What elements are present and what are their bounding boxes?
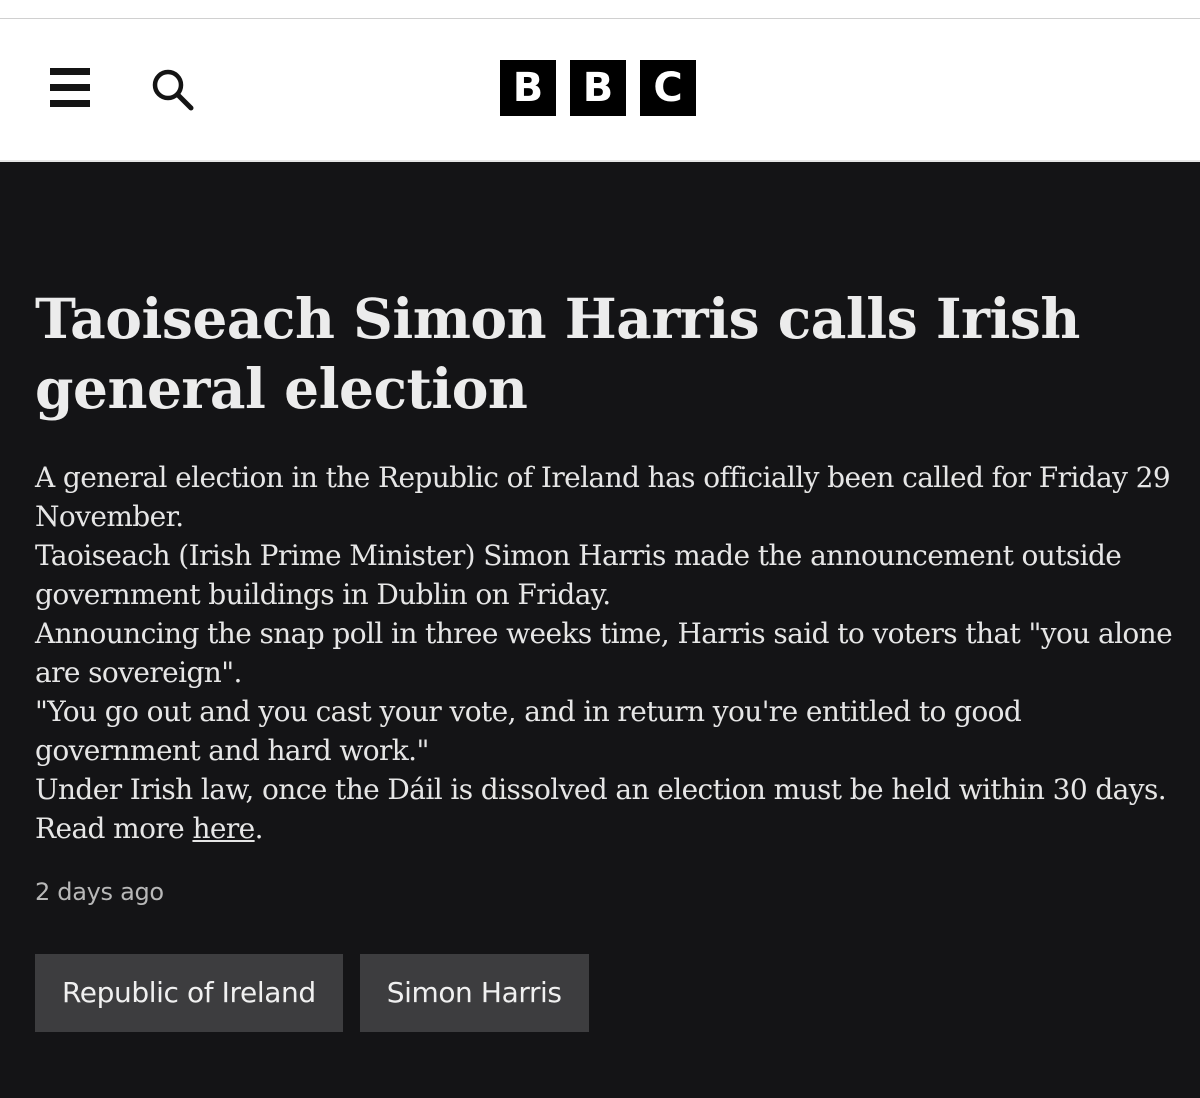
article-paragraph: "You go out and you cast your vote, and … bbox=[35, 695, 1022, 767]
search-button[interactable] bbox=[148, 66, 198, 112]
read-more-prefix: Read more bbox=[35, 812, 193, 845]
bbc-logo[interactable]: B B C bbox=[500, 60, 696, 116]
article-paragraph: A general election in the Republic of Ir… bbox=[35, 461, 1171, 533]
logo-block: B bbox=[500, 60, 556, 116]
article-paragraph: Announcing the snap poll in three weeks … bbox=[35, 617, 1173, 689]
tag-simon-harris[interactable]: Simon Harris bbox=[359, 954, 589, 1032]
top-strip bbox=[0, 0, 1200, 19]
search-icon bbox=[152, 69, 194, 111]
site-header: B B C bbox=[0, 19, 1200, 162]
topic-tags: Republic of Ireland Simon Harris bbox=[35, 954, 1175, 1032]
read-more-suffix: . bbox=[254, 812, 264, 845]
article-headline: Taoiseach Simon Harris calls Irish gener… bbox=[35, 286, 1080, 421]
article-card: Taoiseach Simon Harris calls Irish gener… bbox=[35, 160, 1175, 1032]
logo-block: C bbox=[640, 60, 696, 116]
logo-block: B bbox=[570, 60, 626, 116]
article-paragraph: Under Irish law, once the Dáil is dissol… bbox=[35, 773, 1167, 806]
read-more-link[interactable]: here bbox=[192, 812, 255, 845]
tag-republic-of-ireland[interactable]: Republic of Ireland bbox=[35, 954, 343, 1032]
article-paragraph: Taoiseach (Irish Prime Minister) Simon H… bbox=[35, 539, 1122, 611]
read-more-line: Read more here. bbox=[35, 809, 1175, 848]
menu-button[interactable] bbox=[46, 66, 94, 110]
article-body: A general election in the Republic of Ir… bbox=[35, 458, 1175, 848]
article-timestamp: 2 days ago bbox=[35, 878, 164, 906]
